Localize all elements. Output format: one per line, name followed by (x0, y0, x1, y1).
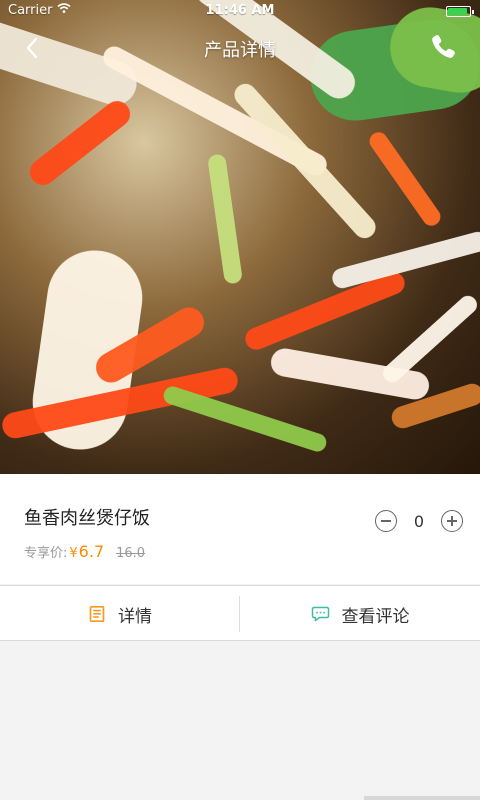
status-time: 11:46 AM (205, 3, 275, 18)
battery-level (448, 8, 467, 15)
quantity-value: 0 (413, 512, 425, 531)
tab-details-label: 详情 (118, 606, 152, 627)
tab-reviews-label: 查看评论 (341, 606, 410, 627)
page-title: 产品详情 (204, 40, 276, 61)
tab-details[interactable]: 详情 (0, 586, 240, 642)
tab-reviews[interactable]: 查看评论 (240, 586, 480, 642)
price-row: 专享价: ¥6.7 16.0 (24, 542, 145, 561)
food-image-highlight (242, 268, 408, 354)
comment-icon (311, 605, 330, 623)
increase-quantity-button[interactable] (441, 510, 463, 532)
food-image-highlight (24, 95, 136, 191)
phone-icon[interactable] (428, 32, 458, 62)
current-price: 6.7 (78, 542, 105, 561)
food-image-highlight (330, 229, 480, 291)
currency-symbol: ¥ (69, 546, 78, 561)
product-name: 鱼香肉丝煲仔饭 (24, 508, 150, 529)
original-price: 16.0 (116, 546, 146, 561)
food-image-highlight (366, 128, 444, 230)
product-info-card: 鱼香肉丝煲仔饭 专享价: ¥6.7 16.0 0 (0, 474, 480, 584)
status-bar: Carrier 11:46 AM (0, 0, 480, 24)
food-image-highlight (207, 153, 243, 285)
battery-icon (446, 6, 474, 17)
nav-bar: 产品详情 (0, 24, 480, 72)
quantity-stepper: 0 (375, 510, 463, 538)
detail-tabs: 详情 查看评论 (0, 585, 480, 641)
food-image-highlight (379, 292, 480, 386)
decrease-quantity-button[interactable] (375, 510, 397, 532)
document-icon (88, 605, 106, 623)
food-image-highlight (161, 384, 329, 454)
price-label: 专享价: (24, 546, 68, 561)
bottom-scroll-indicator (364, 796, 480, 800)
